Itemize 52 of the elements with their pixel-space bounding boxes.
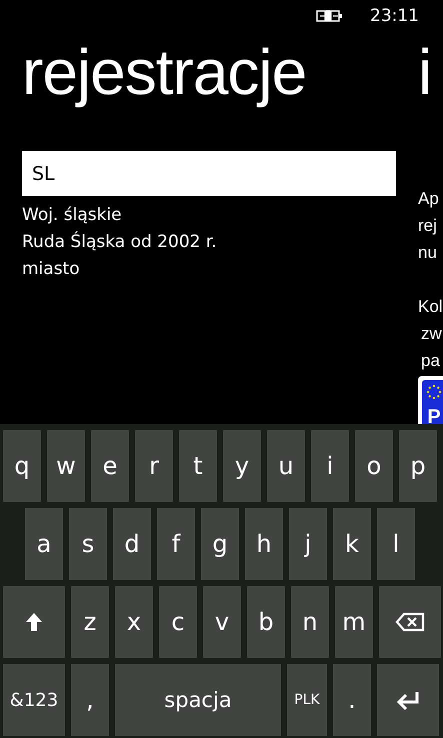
key[interactable]: l xyxy=(377,508,415,580)
result-text: Woj. śląskie xyxy=(22,204,123,227)
key[interactable]: q xyxy=(3,430,41,502)
result-text: miasto xyxy=(22,258,81,281)
key[interactable]: , xyxy=(71,664,109,736)
space-key[interactable]: spacja xyxy=(115,664,281,736)
info-text: Kol xyxy=(418,297,443,316)
key[interactable]: x xyxy=(115,586,153,658)
shift-key[interactable] xyxy=(3,586,65,658)
key[interactable]: t xyxy=(179,430,217,502)
key[interactable]: f xyxy=(157,508,195,580)
key[interactable]: u xyxy=(267,430,305,502)
shift-arrow-icon xyxy=(25,612,43,632)
search-field[interactable]: SL xyxy=(22,151,396,196)
license-plate-drawing: P xyxy=(418,376,443,424)
info-text: pa xyxy=(421,351,440,370)
language-key[interactable]: PLK xyxy=(287,664,327,736)
key[interactable]: g xyxy=(201,508,239,580)
key[interactable]: r xyxy=(135,430,173,502)
key[interactable]: j xyxy=(289,508,327,580)
enter-key[interactable] xyxy=(377,664,439,736)
key[interactable]: p xyxy=(399,430,437,502)
enter-arrow-icon xyxy=(396,690,420,710)
info-text: rej xyxy=(418,216,437,235)
key[interactable]: d xyxy=(113,508,151,580)
battery-charging-icon xyxy=(316,9,344,23)
key[interactable]: b xyxy=(247,586,285,658)
key[interactable]: . xyxy=(333,664,371,736)
key[interactable]: n xyxy=(291,586,329,658)
clock: 23:11 xyxy=(370,6,419,26)
backspace-icon xyxy=(395,612,425,632)
info-text: nu xyxy=(418,243,437,262)
key[interactable]: a xyxy=(25,508,63,580)
key[interactable]: i xyxy=(311,430,349,502)
info-text: zw xyxy=(421,324,442,343)
key[interactable]: h xyxy=(245,508,283,580)
key[interactable]: v xyxy=(203,586,241,658)
backspace-key[interactable] xyxy=(379,586,441,658)
key[interactable]: e xyxy=(91,430,129,502)
key[interactable]: y xyxy=(223,430,261,502)
key[interactable]: m xyxy=(335,586,373,658)
panel-title: rejestracje xyxy=(22,40,308,110)
key[interactable]: c xyxy=(159,586,197,658)
key[interactable]: k xyxy=(333,508,371,580)
info-text: Ap xyxy=(418,189,439,208)
symbols-key[interactable]: &123 xyxy=(3,664,65,736)
key[interactable]: s xyxy=(69,508,107,580)
key[interactable]: z xyxy=(71,586,109,658)
result-text: Ruda Śląska od 2002 r. xyxy=(22,230,218,254)
key[interactable]: w xyxy=(47,430,85,502)
panel-title: i xyxy=(418,40,432,110)
key[interactable]: o xyxy=(355,430,393,502)
